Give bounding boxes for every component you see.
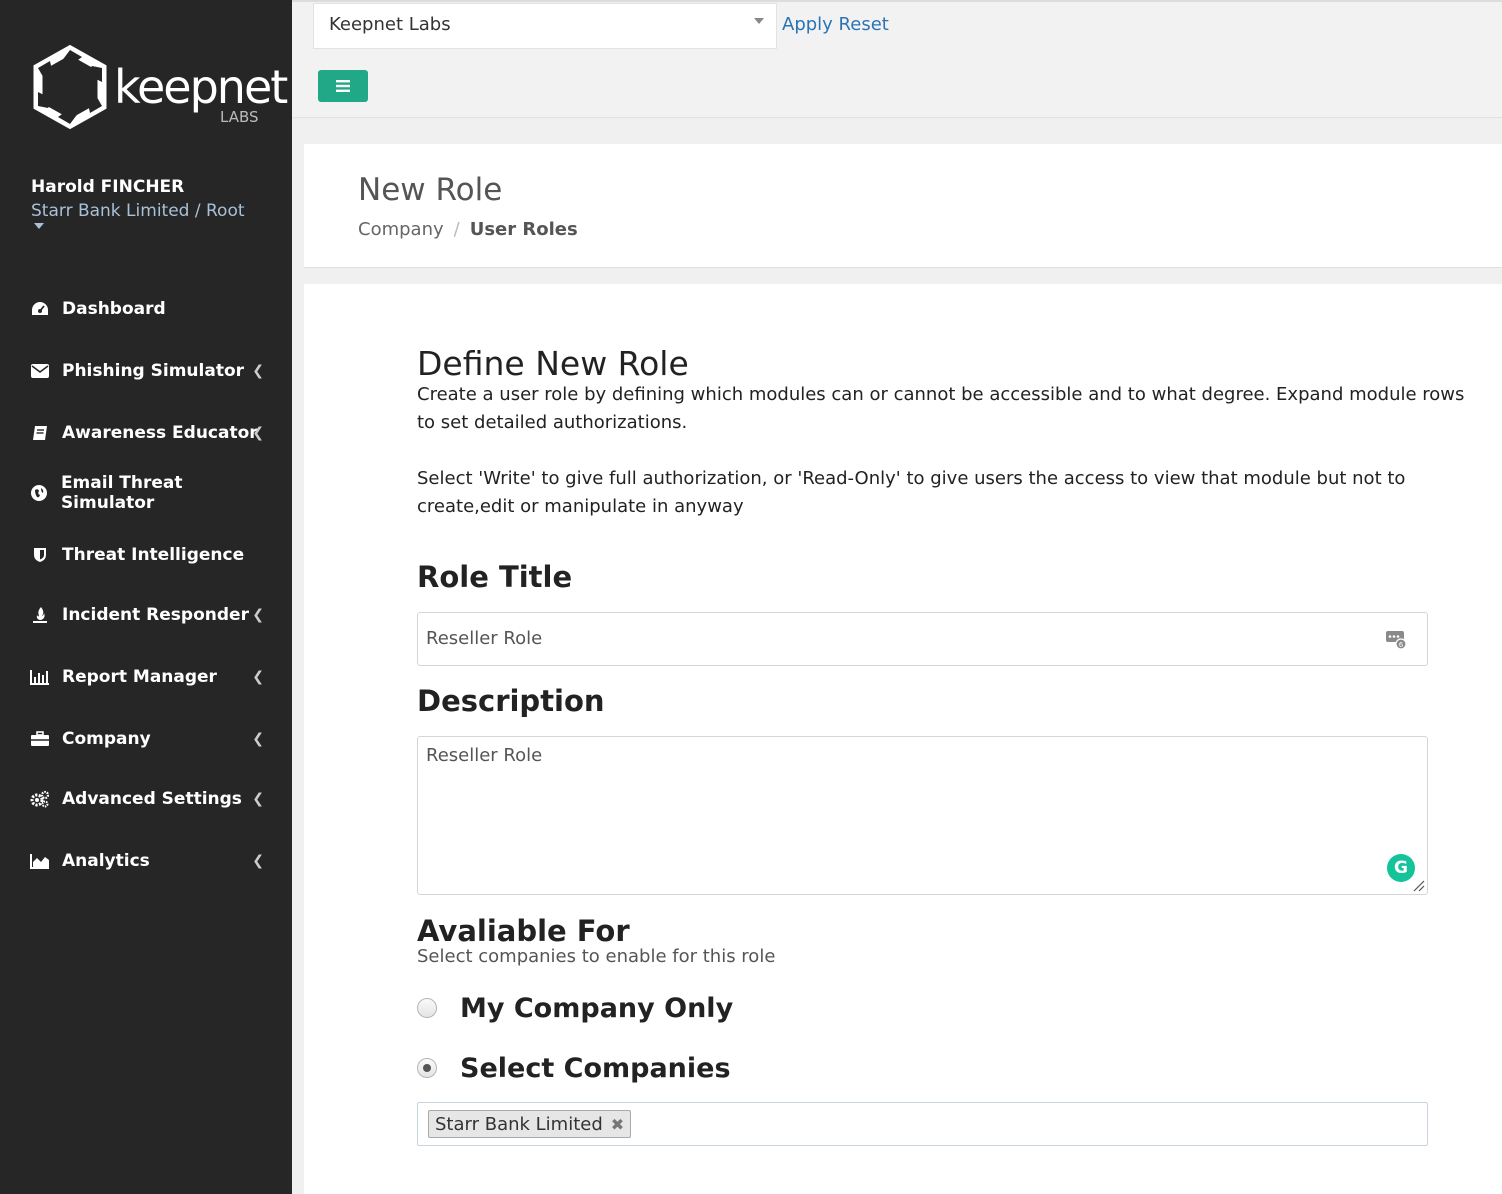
nav-label: Email Threat Simulator <box>60 473 183 513</box>
available-for-label: Avaliable For <box>417 914 630 948</box>
shield-icon <box>30 545 50 565</box>
nav-label: Analytics <box>62 851 150 871</box>
nav-item-phishing-simulator[interactable]: Phishing Simulator ❮ <box>30 356 270 386</box>
role-title-input[interactable]: Reseller Role 6 <box>417 612 1428 666</box>
resize-handle-icon[interactable] <box>1411 878 1425 892</box>
keepnet-logo[interactable]: keepnet LABS <box>30 44 288 134</box>
breadcrumb-separator: / <box>453 219 460 240</box>
logo-mark-icon <box>33 44 107 130</box>
nav-label: Report Manager <box>62 667 217 687</box>
nav-label: Incident Responder <box>62 605 249 625</box>
company-select-value: Keepnet Labs <box>329 14 451 35</box>
nav-label: Awareness Educator <box>62 423 258 443</box>
fire-icon <box>30 605 50 625</box>
remove-tag-icon[interactable]: ✖ <box>611 1115 624 1134</box>
chevron-left-icon: ❮ <box>252 853 264 869</box>
breadcrumb: Company / User Roles <box>358 219 578 240</box>
nav-item-email-threat-simulator[interactable]: Email Threat Simulator <box>30 473 270 513</box>
nav-label: Company <box>62 729 151 749</box>
radio-my-company-only[interactable]: My Company Only <box>417 992 734 1024</box>
company-tag-label: Starr Bank Limited <box>435 1113 603 1135</box>
user-name: Harold FINCHER <box>31 177 185 197</box>
password-manager-icon[interactable]: 6 <box>1385 628 1407 650</box>
breadcrumb-current: User Roles <box>469 219 578 240</box>
form-intro: Create a user role by defining which mod… <box>417 384 1465 433</box>
nav-item-incident-responder[interactable]: Incident Responder ❮ <box>30 600 270 630</box>
top-bar: Keepnet Labs Apply Reset <box>292 0 1502 118</box>
cogs-icon <box>30 789 50 809</box>
form-intro-2: Select 'Write' to give full authorizatio… <box>417 468 1406 517</box>
nav-label: Advanced Settings <box>62 789 242 809</box>
chevron-left-icon: ❮ <box>252 791 264 807</box>
company-tag: Starr Bank Limited ✖ <box>428 1110 632 1138</box>
radio-button[interactable] <box>417 998 437 1018</box>
company-select[interactable]: Keepnet Labs <box>313 3 777 49</box>
nav-item-company[interactable]: Company ❮ <box>30 724 270 754</box>
globe-icon <box>30 483 49 503</box>
chevron-left-icon: ❮ <box>252 363 264 379</box>
nav-label: Dashboard <box>62 299 166 319</box>
description-label: Description <box>417 684 605 718</box>
nav-item-advanced-settings[interactable]: Advanced Settings ❮ <box>30 784 270 814</box>
area-chart-icon <box>30 851 50 871</box>
radio-button-checked[interactable] <box>417 1058 437 1078</box>
companies-multiselect[interactable]: Starr Bank Limited ✖ <box>417 1102 1428 1146</box>
svg-text:6: 6 <box>1399 641 1404 649</box>
sidebar: keepnet LABS Harold FINCHER Starr Bank L… <box>0 0 292 1194</box>
nav-item-dashboard[interactable]: Dashboard <box>30 294 270 324</box>
page-header: New Role Company / User Roles <box>304 144 1502 268</box>
logo-wordmark: keepnet <box>114 60 288 114</box>
description-value: Reseller Role <box>426 745 543 766</box>
briefcase-icon <box>30 729 50 749</box>
role-title-label: Role Title <box>417 560 573 594</box>
nav-item-threat-intelligence[interactable]: Threat Intelligence <box>30 540 270 570</box>
breadcrumb-company-link[interactable]: Company <box>358 219 444 240</box>
bar-chart-icon <box>30 667 50 687</box>
user-menu-caret-icon[interactable] <box>34 223 44 229</box>
nav-item-analytics[interactable]: Analytics ❮ <box>30 846 270 876</box>
chevron-down-icon <box>754 18 764 24</box>
envelope-icon <box>30 361 50 381</box>
chevron-left-icon: ❮ <box>252 669 264 685</box>
chevron-left-icon: ❮ <box>252 425 264 441</box>
book-icon <box>30 423 50 443</box>
form-heading: Define New Role <box>417 344 689 383</box>
chevron-left-icon: ❮ <box>252 607 264 623</box>
available-for-note: Select companies to enable for this role <box>417 946 776 967</box>
menu-toggle-button[interactable] <box>318 70 368 102</box>
radio-label: My Company Only <box>460 992 734 1024</box>
nav-item-awareness-educator[interactable]: Awareness Educator ❮ <box>30 418 270 448</box>
chevron-left-icon: ❮ <box>252 731 264 747</box>
page-title: New Role <box>358 172 503 208</box>
logo-subtitle: LABS <box>220 108 259 126</box>
apply-reset-link[interactable]: Apply Reset <box>782 14 889 35</box>
user-org-link[interactable]: Starr Bank Limited / Root <box>31 201 245 221</box>
nav-label: Phishing Simulator <box>62 361 245 381</box>
description-textarea[interactable]: Reseller Role G <box>417 736 1428 895</box>
nav-label: Threat Intelligence <box>62 545 245 565</box>
hamburger-icon <box>336 80 350 92</box>
radio-label: Select Companies <box>460 1052 731 1084</box>
role-title-value: Reseller Role <box>426 628 543 649</box>
radio-select-companies[interactable]: Select Companies <box>417 1052 731 1084</box>
main-panel: Define New Role Create a user role by de… <box>304 284 1502 1194</box>
nav-item-report-manager[interactable]: Report Manager ❮ <box>30 662 270 692</box>
dashboard-icon <box>30 299 50 319</box>
